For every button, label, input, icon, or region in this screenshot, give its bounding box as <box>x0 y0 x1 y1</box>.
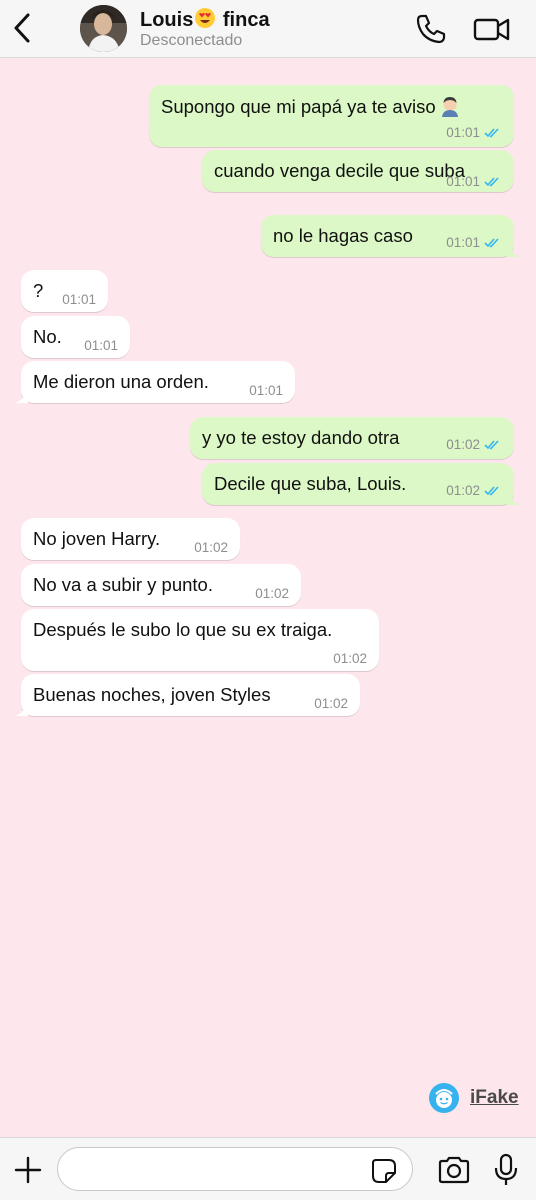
avatar[interactable] <box>80 5 127 52</box>
message-meta: 01:01 <box>446 125 502 140</box>
message-bubble-incoming[interactable]: No va a subir y punto. 01:02 <box>21 564 301 606</box>
message-time: 01:01 <box>446 125 480 140</box>
message-bubble-incoming[interactable]: No joven Harry. 01:02 <box>21 518 240 560</box>
message-meta: 01:02 <box>446 483 502 498</box>
contact-name-first: Louis <box>140 9 194 31</box>
message-bubble-incoming[interactable]: Me dieron una orden. 01:01 <box>14 361 295 403</box>
message-meta: 01:02 <box>446 437 502 452</box>
video-call-icon[interactable] <box>472 13 512 45</box>
message-text: Después le subo lo que su ex traiga. <box>33 619 333 640</box>
sticker-icon[interactable] <box>370 1157 398 1185</box>
back-chevron-icon[interactable] <box>8 9 36 47</box>
message-text: no le hagas caso <box>273 225 413 246</box>
message-text: y yo te estoy dando otra <box>202 427 400 448</box>
message-text: No va a subir y punto. <box>33 574 213 595</box>
message-time: 01:01 <box>62 292 96 307</box>
bubble-tail <box>14 389 28 403</box>
man-facepalming-emoji-icon <box>441 97 458 117</box>
read-receipt-icon <box>484 485 499 495</box>
message-text: cuando venga decile que suba <box>214 160 465 181</box>
message-time: 01:02 <box>194 540 228 555</box>
message-text: No joven Harry. <box>33 528 161 549</box>
message-time: 01:02 <box>446 437 480 452</box>
message-composer <box>0 1137 536 1200</box>
message-bubble-outgoing[interactable]: Supongo que mi papá ya te aviso 01:01 <box>149 85 514 147</box>
message-time: 01:01 <box>446 174 480 189</box>
message-time: 01:01 <box>84 338 118 353</box>
phone-call-icon[interactable] <box>414 12 448 46</box>
message-meta: 01:02 <box>194 540 228 555</box>
heart-eyes-emoji-icon <box>195 8 216 28</box>
message-text: ? <box>33 280 44 301</box>
message-meta: 01:01 <box>249 383 283 398</box>
ifake-watermark[interactable]: iFake <box>428 1082 519 1114</box>
message-bubble-incoming[interactable]: ? 01:01 <box>21 270 108 312</box>
message-text: Buenas noches, joven Styles <box>33 684 271 705</box>
message-bubble-incoming[interactable]: Buenas noches, joven Styles 01:02 <box>14 674 360 716</box>
contact-name[interactable]: Louis finca <box>140 7 270 32</box>
contact-status: Desconectado <box>140 32 243 49</box>
message-meta: 01:01 <box>84 338 118 353</box>
message-bubble-outgoing[interactable]: cuando venga decile que suba 01:01 <box>202 150 514 192</box>
message-text: Decile que suba, Louis. <box>214 473 407 494</box>
message-meta: 01:02 <box>333 651 367 666</box>
message-text: Me dieron una orden. <box>33 371 209 392</box>
message-bubble-outgoing[interactable]: y yo te estoy dando otra 01:02 <box>190 417 514 459</box>
message-bubble-outgoing[interactable]: Decile que suba, Louis. 01:02 <box>202 463 521 505</box>
message-time: 01:01 <box>249 383 283 398</box>
bubble-tail <box>14 702 28 716</box>
message-bubble-outgoing[interactable]: no le hagas caso 01:01 <box>261 215 521 257</box>
bubble-tail <box>507 243 521 257</box>
message-meta: 01:01 <box>446 235 502 250</box>
microphone-icon[interactable] <box>492 1152 520 1188</box>
message-bubble-incoming[interactable]: No. 01:01 <box>21 316 130 358</box>
message-meta: 01:02 <box>314 696 348 711</box>
read-receipt-icon <box>484 439 499 449</box>
message-time: 01:01 <box>446 235 480 250</box>
read-receipt-icon <box>484 176 499 186</box>
message-meta: 01:01 <box>446 174 502 189</box>
chat-header: Louis finca Desconectado <box>0 0 536 58</box>
message-time: 01:02 <box>314 696 348 711</box>
message-meta: 01:02 <box>255 586 289 601</box>
message-text: No. <box>33 326 62 347</box>
camera-icon[interactable] <box>436 1154 472 1186</box>
message-time: 01:02 <box>255 586 289 601</box>
read-receipt-icon <box>484 237 499 247</box>
read-receipt-icon <box>484 127 499 137</box>
message-text-content: Supongo que mi papá ya te aviso <box>161 96 436 117</box>
message-time: 01:02 <box>333 651 367 666</box>
message-text: Supongo que mi papá ya te aviso <box>161 95 461 118</box>
message-time: 01:02 <box>446 483 480 498</box>
message-bubble-incoming[interactable]: Después le subo lo que su ex traiga. 01:… <box>21 609 379 671</box>
bubble-tail <box>507 491 521 505</box>
contact-name-rest: finca <box>217 9 270 31</box>
message-meta: 01:01 <box>62 292 96 307</box>
message-input[interactable] <box>57 1147 413 1191</box>
ifake-logo-icon <box>429 1083 459 1113</box>
plus-icon[interactable] <box>12 1154 44 1186</box>
ifake-label: iFake <box>470 1087 519 1108</box>
